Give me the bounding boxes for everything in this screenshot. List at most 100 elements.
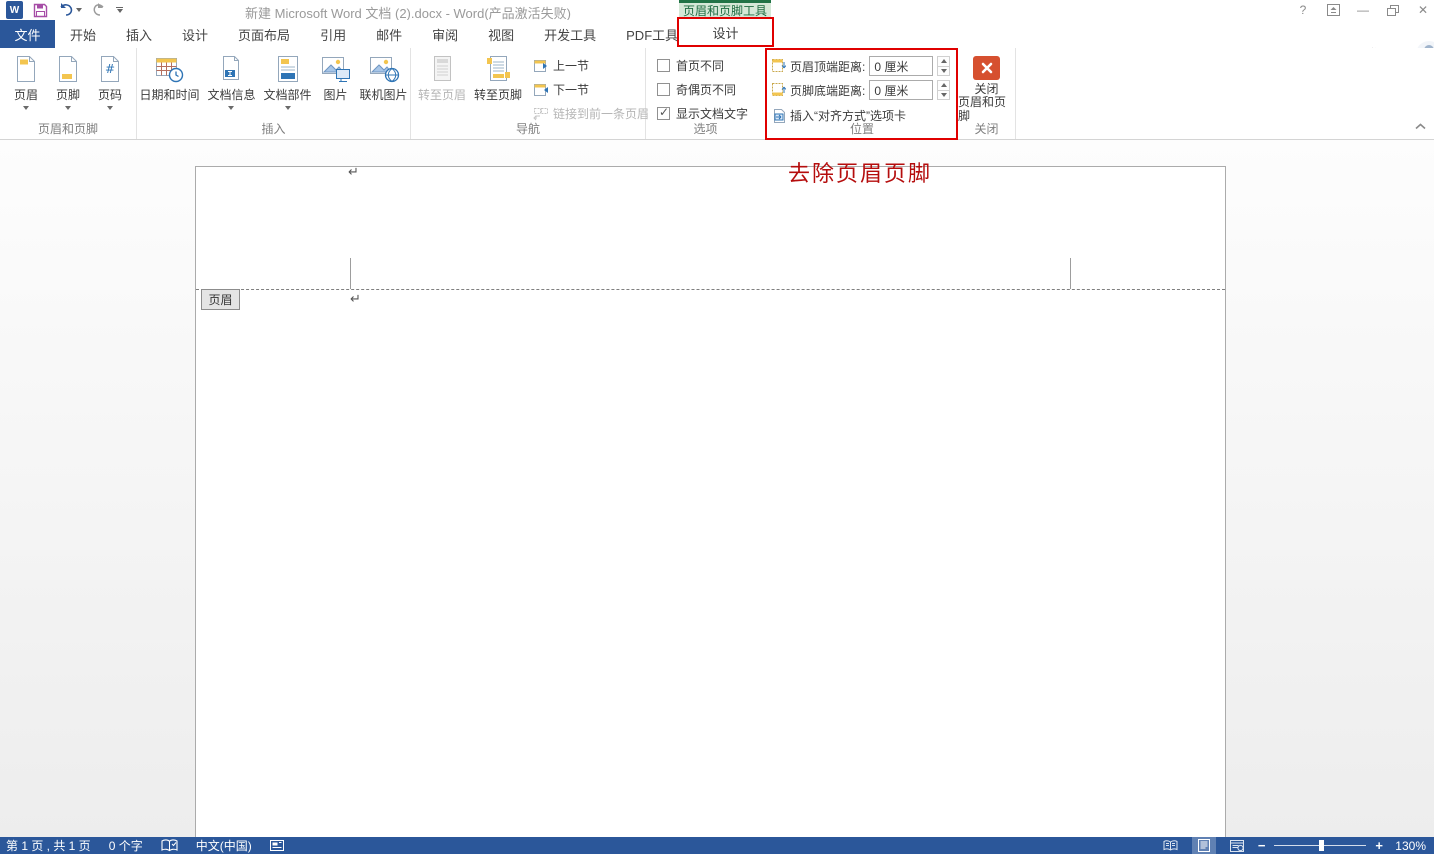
page-indicator[interactable]: 第 1 页 , 共 1 页	[6, 837, 91, 854]
next-section-icon	[533, 83, 549, 97]
show-document-text-checkbox[interactable]	[657, 107, 670, 120]
document-info-button[interactable]: 文档信息	[204, 54, 258, 110]
undo-icon[interactable]	[58, 1, 82, 19]
zoom-slider-thumb[interactable]	[1319, 840, 1324, 851]
tab-insert[interactable]: 插入	[111, 20, 167, 48]
tab-page-layout[interactable]: 页面布局	[223, 20, 305, 48]
zoom-slider[interactable]	[1274, 837, 1366, 854]
page-number-dropdown-arrow[interactable]	[107, 106, 113, 110]
footer-icon	[53, 54, 83, 84]
document-info-dropdown-arrow[interactable]	[228, 106, 234, 110]
goto-footer-icon	[483, 54, 513, 84]
zoom-out-button[interactable]: −	[1258, 838, 1266, 853]
header-from-top-row: 页眉顶端距离:	[771, 56, 958, 76]
different-first-page-checkbox[interactable]	[657, 59, 670, 72]
previous-section-icon	[533, 59, 549, 73]
pictures-icon	[320, 54, 352, 84]
footer-button[interactable]: 页脚	[50, 54, 86, 110]
status-bar: 第 1 页 , 共 1 页 0 个字 中文(中国) −	[0, 837, 1434, 854]
previous-section-button[interactable]: 上一节	[533, 57, 649, 74]
word-count[interactable]: 0 个字	[109, 837, 143, 854]
macro-recording-icon[interactable]	[270, 840, 284, 851]
online-pictures-button[interactable]: 联机图片	[357, 54, 411, 103]
goto-header-icon	[427, 54, 457, 84]
print-layout-view-button[interactable]	[1192, 837, 1216, 854]
group-header-footer: 页眉 页脚 # 页码 页眉和页脚	[0, 48, 137, 139]
close-window-icon[interactable]: ✕	[1416, 3, 1430, 17]
ribbon: 页眉 页脚 # 页码 页眉和页脚	[0, 48, 1434, 140]
group-position: 页眉顶端距离: 页脚底端距离: 插入“对齐方式”选项卡 位置	[766, 48, 958, 139]
tab-mailings[interactable]: 邮件	[361, 20, 417, 48]
restore-icon[interactable]	[1386, 3, 1400, 17]
zoom-percentage[interactable]: 130%	[1392, 839, 1426, 853]
header-from-top-input[interactable]	[869, 56, 933, 76]
collapse-ribbon-icon[interactable]	[1415, 119, 1426, 133]
footer-from-bottom-row: 页脚底端距离:	[771, 80, 958, 100]
proofing-status-icon[interactable]	[161, 839, 178, 852]
document-area: 去除页眉页脚 ↵ 页眉 ↵	[0, 140, 1434, 837]
read-mode-view-button[interactable]	[1159, 837, 1183, 854]
tab-header-footer-design-highlighted[interactable]: 设计	[677, 17, 774, 47]
web-layout-view-button[interactable]	[1225, 837, 1249, 854]
footer-dropdown-arrow[interactable]	[65, 106, 71, 110]
group-label-navigation: 导航	[411, 120, 645, 137]
page-number-button[interactable]: # 页码	[92, 54, 128, 110]
online-pictures-icon	[368, 54, 400, 84]
zoom-in-button[interactable]: +	[1375, 838, 1383, 853]
group-label-close: 关闭	[958, 120, 1015, 137]
tab-developer[interactable]: 开发工具	[529, 20, 611, 48]
link-to-previous-icon	[533, 107, 549, 121]
tab-review[interactable]: 审阅	[417, 20, 473, 48]
page-number-icon: #	[95, 54, 125, 84]
goto-footer-button[interactable]: 转至页脚	[471, 54, 525, 103]
customize-qat-icon[interactable]	[116, 1, 123, 19]
header-boundary-mark-left	[350, 258, 351, 289]
tab-file[interactable]: 文件	[0, 20, 55, 48]
next-section-button[interactable]: 下一节	[533, 81, 649, 98]
save-icon[interactable]	[33, 1, 48, 19]
header-boundary-mark-right	[1070, 258, 1071, 289]
goto-header-button: 转至页眉	[415, 54, 469, 103]
footer-from-bottom-spinner[interactable]	[937, 80, 950, 100]
date-time-button[interactable]: 日期和时间	[136, 54, 202, 103]
help-icon[interactable]: ?	[1296, 3, 1310, 17]
group-close: 关闭 页眉和页脚 关闭	[958, 48, 1016, 139]
ribbon-display-options-icon[interactable]	[1326, 3, 1340, 17]
close-header-footer-icon	[973, 56, 1000, 80]
undo-dropdown-caret[interactable]	[76, 8, 82, 12]
header-dropdown-arrow[interactable]	[23, 106, 29, 110]
different-odd-even-checkbox-row[interactable]: 奇偶页不同	[657, 81, 765, 98]
quick-access-toolbar: W	[6, 1, 123, 19]
header-from-top-icon	[771, 58, 786, 74]
language-indicator[interactable]: 中文(中国)	[196, 837, 252, 854]
tab-home[interactable]: 开始	[55, 20, 111, 48]
different-odd-even-checkbox[interactable]	[657, 83, 670, 96]
pictures-button[interactable]: 图片	[317, 54, 355, 103]
footer-from-bottom-label: 页脚底端距离:	[790, 82, 865, 99]
close-header-footer-button[interactable]: 关闭 页眉和页脚	[958, 48, 1015, 123]
word-app-icon: W	[6, 1, 23, 19]
header-button[interactable]: 页眉	[8, 54, 44, 110]
group-label-options: 选项	[646, 120, 765, 137]
tab-references[interactable]: 引用	[305, 20, 361, 48]
footer-from-bottom-input[interactable]	[869, 80, 933, 100]
group-navigation: 转至页眉 转至页脚 上一节 下一节	[411, 48, 646, 139]
date-time-icon	[153, 54, 185, 84]
different-first-page-checkbox-row[interactable]: 首页不同	[657, 57, 765, 74]
contextual-tool-header: 页眉和页脚工具	[679, 0, 771, 17]
quick-parts-button[interactable]: 文档部件	[261, 54, 315, 110]
paragraph-mark-header: ↵	[350, 292, 361, 307]
document-info-icon	[216, 54, 246, 84]
word-window: W 新建 Microsoft Word 文档 (2).docx - Word(产…	[0, 0, 1434, 854]
svg-text:#: #	[105, 62, 115, 76]
tab-design[interactable]: 设计	[167, 20, 223, 48]
header-tag: 页眉	[201, 289, 240, 310]
tab-view[interactable]: 视图	[473, 20, 529, 48]
header-from-top-spinner[interactable]	[937, 56, 950, 76]
minimize-icon[interactable]: —	[1356, 3, 1370, 17]
redo-icon[interactable]	[92, 1, 106, 19]
header-icon	[11, 54, 41, 84]
group-options: 首页不同 奇偶页不同 显示文档文字 选项	[646, 48, 766, 139]
footer-from-bottom-icon	[771, 82, 786, 98]
quick-parts-dropdown-arrow[interactable]	[285, 106, 291, 110]
